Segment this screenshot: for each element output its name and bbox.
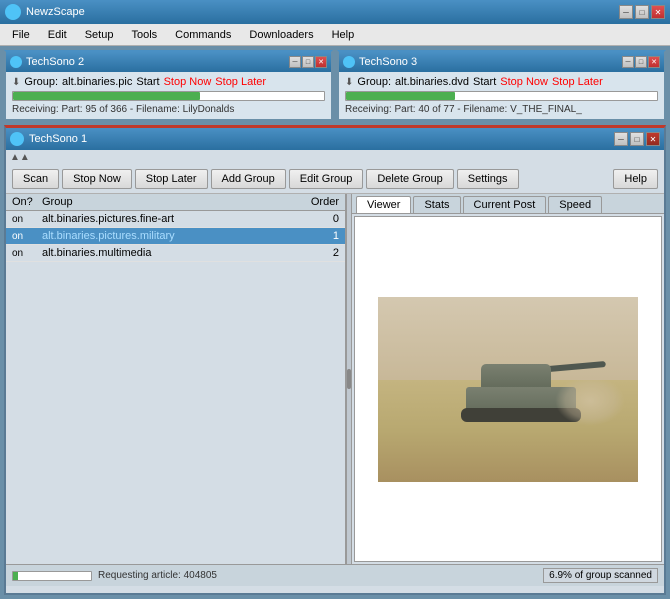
techsono3-window: TechSono 3 ─ □ ✕ ⬇ Group: alt.binaries.d… [337, 50, 666, 121]
techsono2-title: TechSono 2 [26, 56, 84, 68]
add-group-button[interactable]: Add Group [211, 169, 286, 189]
techsono2-window: TechSono 2 ─ □ ✕ ⬇ Group: alt.binaries.p… [4, 50, 333, 121]
techsono3-group-name: alt.binaries.dvd [395, 76, 469, 88]
row1-group: alt.binaries.pictures.military [42, 230, 289, 242]
techsono3-stop-now[interactable]: Stop Now [500, 76, 548, 88]
row2-group: alt.binaries.multimedia [42, 247, 289, 259]
techsono3-title: TechSono 3 [359, 56, 417, 68]
row0-on: on [12, 214, 42, 225]
techsono2-stop-later[interactable]: Stop Later [215, 76, 266, 88]
minimize-button[interactable]: ─ [619, 5, 633, 19]
app-title: NewzScape [26, 6, 85, 18]
status-progress-bar [12, 571, 92, 581]
status-bar: Requesting article: 404805 6.9% of group… [6, 564, 664, 586]
tab-viewer[interactable]: Viewer [356, 196, 411, 213]
row2-order: 2 [289, 247, 339, 259]
collapse-arrow[interactable]: ▲▲ [6, 150, 664, 165]
techsono3-progress-fill [346, 92, 455, 100]
col-order-header: Order [289, 196, 339, 208]
viewer-panel: Viewer Stats Current Post Speed [352, 194, 664, 564]
techsono2-close[interactable]: ✕ [315, 56, 327, 68]
techsono1-window: TechSono 1 ─ □ ✕ ▲▲ Scan Stop Now Stop L… [4, 125, 666, 595]
help-button[interactable]: Help [613, 169, 658, 189]
row0-group: alt.binaries.pictures.fine-art [42, 213, 289, 225]
title-bar: NewzScape ─ □ ✕ [0, 0, 670, 24]
viewer-content [354, 216, 662, 562]
techsono3-arrow: ⬇ [345, 77, 353, 88]
table-row[interactable]: on alt.binaries.pictures.military 1 [6, 228, 345, 245]
stop-later-button[interactable]: Stop Later [135, 169, 208, 189]
stop-now-button[interactable]: Stop Now [62, 169, 132, 189]
techsono2-maximize[interactable]: □ [302, 56, 314, 68]
techsono3-maximize[interactable]: □ [635, 56, 647, 68]
menu-edit[interactable]: Edit [40, 27, 75, 43]
tank-image [378, 297, 638, 482]
tab-current-post[interactable]: Current Post [463, 196, 547, 213]
table-row[interactable]: on alt.binaries.multimedia 2 [6, 245, 345, 262]
techsono3-minimize[interactable]: ─ [622, 56, 634, 68]
techsono2-group-label: Group: [24, 76, 58, 88]
menu-setup[interactable]: Setup [77, 27, 122, 43]
group-scanned-badge: 6.9% of group scanned [543, 568, 658, 583]
techsono2-receiving: Receiving: Part: 95 of 366 - Filename: L… [12, 104, 325, 115]
techsono3-close[interactable]: ✕ [648, 56, 660, 68]
app-icon [5, 4, 21, 20]
delete-group-button[interactable]: Delete Group [366, 169, 453, 189]
status-progress-fill [13, 572, 18, 580]
maximize-button[interactable]: □ [635, 5, 649, 19]
scan-button[interactable]: Scan [12, 169, 59, 189]
techsono3-stop-later[interactable]: Stop Later [552, 76, 603, 88]
techsono2-group-name: alt.binaries.pic [62, 76, 132, 88]
techsono3-start: Start [473, 76, 496, 88]
row1-on: on [12, 231, 42, 242]
close-button[interactable]: ✕ [651, 5, 665, 19]
techsono3-receiving: Receiving: Part: 40 of 77 - Filename: V_… [345, 104, 658, 115]
edit-group-button[interactable]: Edit Group [289, 169, 364, 189]
techsono2-arrow: ⬇ [12, 77, 20, 88]
techsono2-stop-now[interactable]: Stop Now [164, 76, 212, 88]
menu-commands[interactable]: Commands [167, 27, 239, 43]
tab-stats[interactable]: Stats [413, 196, 460, 213]
techsono2-start: Start [136, 76, 159, 88]
techsono1-title: TechSono 1 [29, 133, 87, 145]
row1-order: 1 [289, 230, 339, 242]
col-on-header: On? [12, 196, 42, 208]
techsono1-icon [10, 132, 24, 146]
techsono2-progress-fill [13, 92, 200, 100]
table-row[interactable]: on alt.binaries.pictures.fine-art 0 [6, 211, 345, 228]
col-group-header: Group [42, 196, 289, 208]
techsono2-minimize[interactable]: ─ [289, 56, 301, 68]
row2-on: on [12, 248, 42, 259]
menu-file[interactable]: File [4, 27, 38, 43]
techsono3-icon [343, 56, 355, 68]
status-requesting-text: Requesting article: 404805 [98, 570, 217, 581]
menu-help[interactable]: Help [324, 27, 363, 43]
tab-speed[interactable]: Speed [548, 196, 602, 213]
menu-downloaders[interactable]: Downloaders [241, 27, 321, 43]
techsono2-icon [10, 56, 22, 68]
menu-tools[interactable]: Tools [123, 27, 165, 43]
menu-bar: File Edit Setup Tools Commands Downloade… [0, 24, 670, 46]
row0-order: 0 [289, 213, 339, 225]
settings-button[interactable]: Settings [457, 169, 519, 189]
techsono1-close[interactable]: ✕ [646, 132, 660, 146]
techsono1-minimize[interactable]: ─ [614, 132, 628, 146]
group-panel: On? Group Order on alt.binaries.pictures… [6, 194, 346, 564]
techsono3-group-label: Group: [357, 76, 391, 88]
techsono1-maximize[interactable]: □ [630, 132, 644, 146]
